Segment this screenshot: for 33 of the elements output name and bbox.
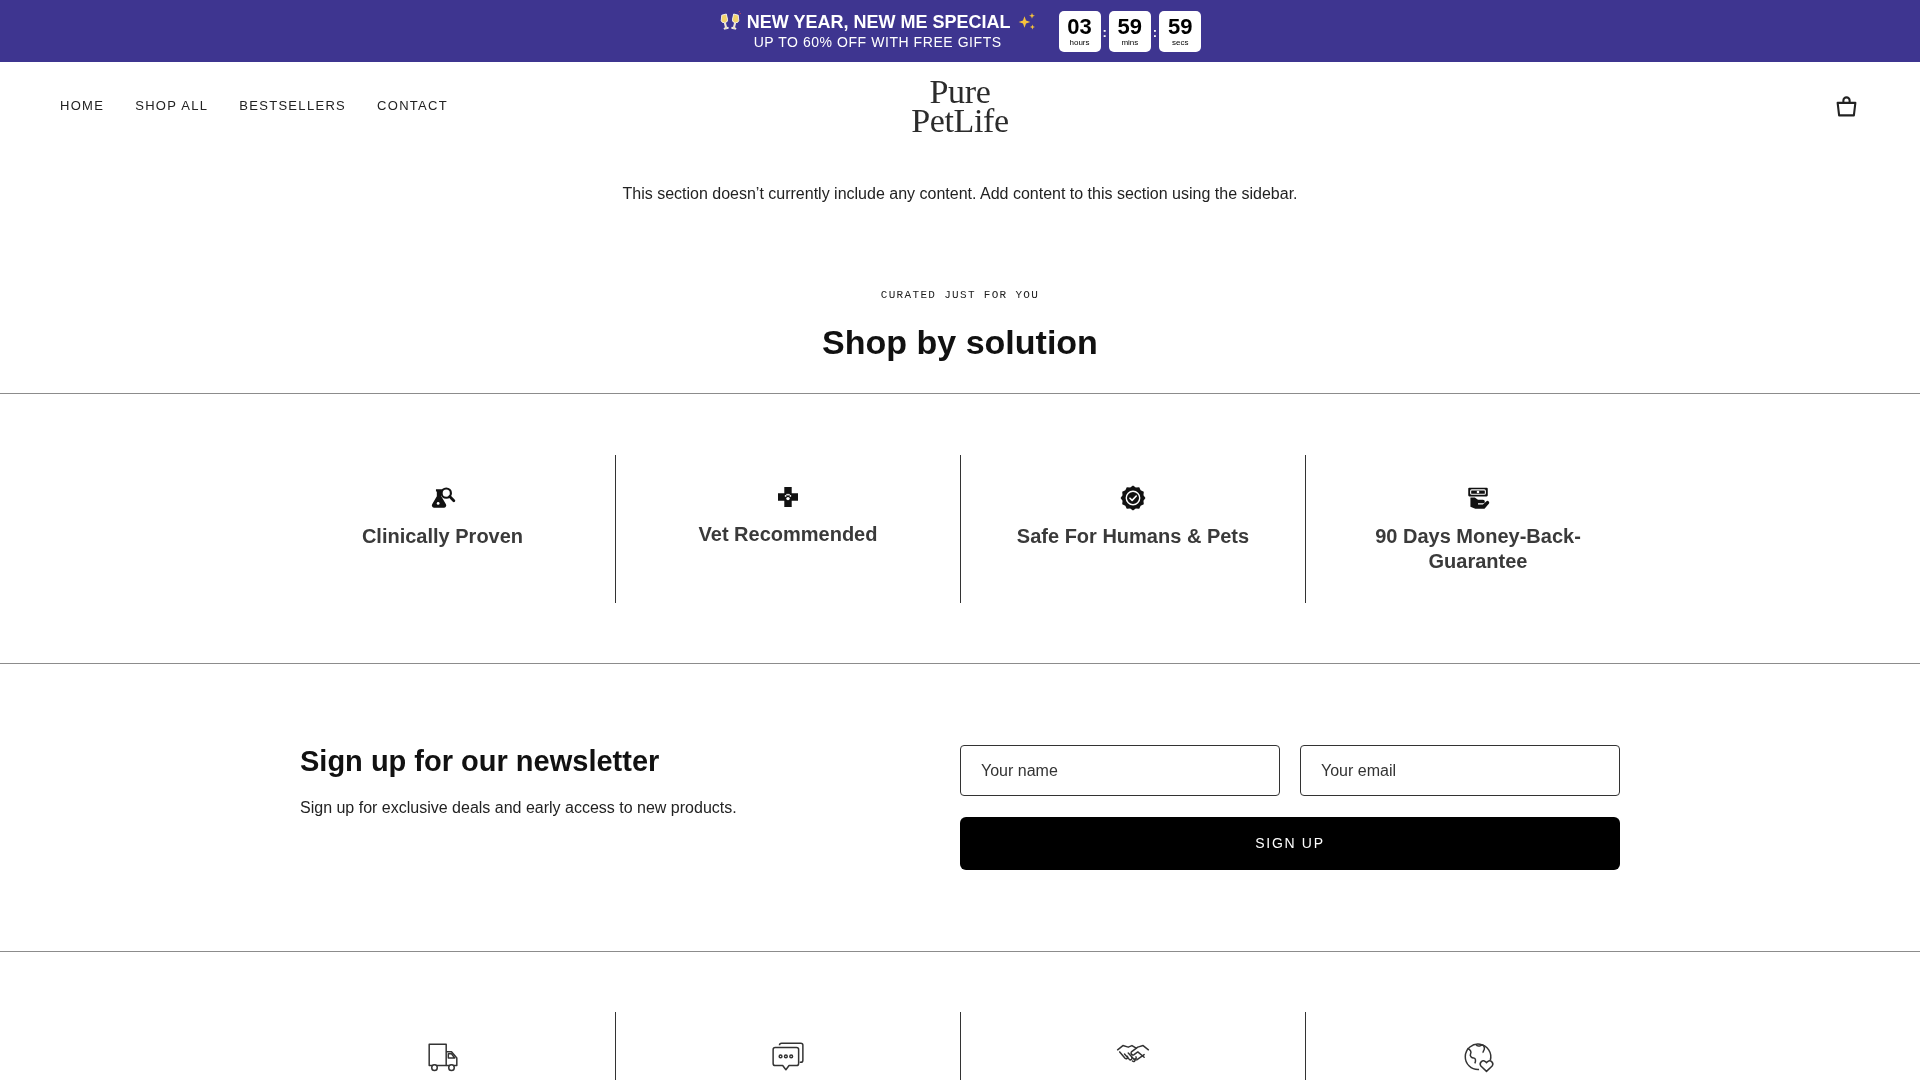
- newsletter-title: Sign up for our newsletter: [300, 744, 660, 779]
- countdown-separator: :: [1102, 26, 1107, 40]
- feature-title: Vet Recommended: [698, 522, 878, 547]
- feature-title: Clinically Proven: [361, 524, 524, 549]
- input-field[interactable]: Your name: [960, 745, 1280, 796]
- countdown-value: 59: [1167, 16, 1193, 38]
- section-title: Shop by solution: [822, 322, 1098, 362]
- input-field[interactable]: Your email: [1300, 745, 1620, 796]
- countdown-label: secs: [1171, 38, 1189, 48]
- hand-cash-icon: [1465, 485, 1491, 511]
- nav-link[interactable]: HOME: [60, 97, 105, 115]
- flask-magnifier-icon: [429, 485, 456, 511]
- newsletter-text: Sign up for exclusive deals and early access to new products.: [300, 798, 737, 818]
- nav-link[interactable]: CONTACT: [377, 97, 448, 115]
- countdown-label: hours: [1069, 38, 1090, 48]
- champagne-glasses-icon: [718, 11, 741, 33]
- feature-title: Safe For Humans & Pets: [1016, 524, 1250, 549]
- announcement-subtitle: UP TO 60% OFF WITH FREE GIFTS: [753, 33, 1002, 51]
- nav-link[interactable]: SHOP ALL: [135, 97, 209, 115]
- countdown-value: 03: [1067, 16, 1092, 38]
- announcement-title: NEW YEAR, NEW ME SPECIAL: [746, 11, 1011, 33]
- badge-check-icon: [1120, 485, 1146, 511]
- countdown-value: 59: [1117, 16, 1143, 38]
- countdown-separator: :: [1152, 26, 1158, 40]
- medical-cross-paw-icon: [776, 485, 800, 509]
- sign-up-button[interactable]: SIGN UP: [960, 817, 1620, 870]
- empty-section-notice: This section doesn’t currently include any content. Add content to this section using the sidebar.: [622, 184, 1298, 204]
- section-eyebrow: CURATED JUST FOR YOU: [880, 288, 1040, 303]
- logo[interactable]: Pure PetLife: [911, 77, 1009, 135]
- feature-title: 90 Days Money-Back-Guarantee: [1374, 524, 1582, 574]
- countdown-label: mins: [1121, 38, 1139, 48]
- nav-link[interactable]: BESTSELLERS: [239, 97, 347, 115]
- shopping-bag-icon[interactable]: [1834, 93, 1859, 119]
